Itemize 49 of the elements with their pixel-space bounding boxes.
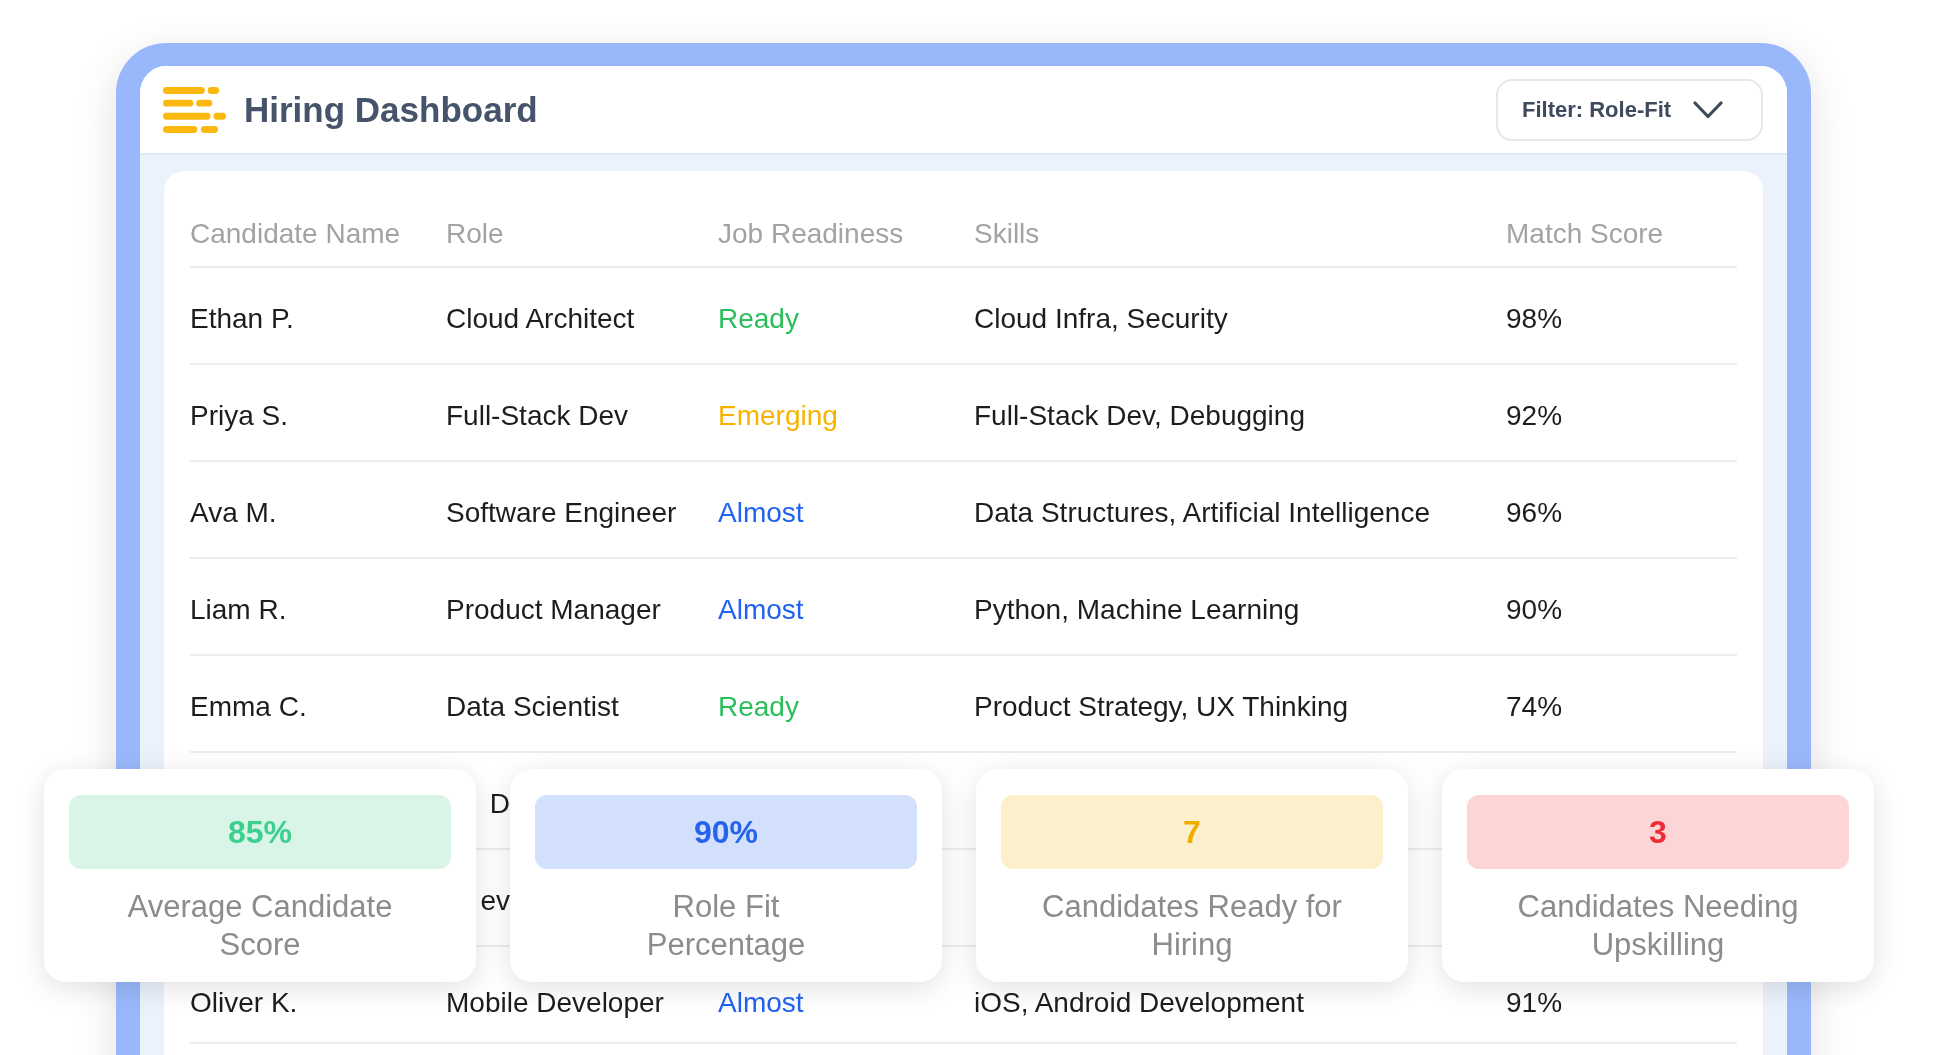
stat-label: Candidates Needing Upskilling [1517, 888, 1799, 964]
role-text: Mobile Developer [446, 986, 665, 1019]
role-text: ev [480, 884, 510, 917]
stat-value: 85% [69, 795, 451, 869]
stat-value: 90% [535, 795, 917, 869]
stat-value: 3 [1467, 795, 1849, 869]
match-score: 98% [1506, 302, 1564, 335]
candidate-name: Liam R. [190, 593, 288, 626]
stat-label: Role Fit Percentage [646, 888, 806, 964]
column-header: Match Score [1506, 217, 1665, 250]
skills-text: Cloud Infra, Security [974, 302, 1229, 335]
candidate-name: Ava M. [190, 496, 278, 529]
skills-text: Product Strategy, UX Thinking [974, 690, 1350, 723]
chevron-down-icon [1693, 100, 1724, 119]
column-header: Candidate Name [190, 217, 402, 250]
column-header: Role [446, 217, 505, 250]
readiness-status: Ready [718, 690, 800, 723]
readiness-status: Almost [718, 986, 805, 1019]
role-text: Product Manager [446, 593, 662, 626]
skills-text: Data Structures, Artificial Intelligence [974, 496, 1431, 529]
skills-text: Python, Machine Learning [974, 593, 1301, 626]
filter-dropdown[interactable]: Filter: Role-Fit [1496, 78, 1763, 141]
role-text: Cloud Architect [446, 302, 636, 335]
stat-value: 7 [1001, 795, 1383, 869]
match-score: 91% [1506, 986, 1564, 1019]
dashboard-title: Hiring Dashboard [244, 89, 538, 130]
readiness-status: Ready [718, 302, 800, 335]
readiness-status: Emerging [718, 399, 839, 432]
skills-text: Full-Stack Dev, Debugging [974, 399, 1306, 432]
candidate-name: Priya S. [190, 399, 290, 432]
candidate-name: Ethan P. [190, 302, 295, 335]
readiness-status: Almost [718, 496, 805, 529]
readiness-status: Almost [718, 593, 805, 626]
candidate-name: Oliver K. [190, 986, 299, 1019]
match-score: 96% [1506, 496, 1564, 529]
stat-label: Candidates Ready for Hiring [1042, 888, 1342, 964]
match-score: 92% [1506, 399, 1564, 432]
match-score: 90% [1506, 593, 1564, 626]
role-text: Full-Stack Dev [446, 399, 630, 432]
match-score: 74% [1506, 690, 1564, 723]
column-header: Job Readiness [718, 217, 905, 250]
logo-icon [163, 86, 226, 133]
skills-text: iOS, Android Development [974, 986, 1305, 1019]
role-text: Software Engineer [446, 496, 678, 529]
role-text: Data Scientist [446, 690, 620, 723]
stat-label: Average Candidate Score [127, 888, 393, 964]
column-header: Skills [974, 217, 1041, 250]
role-text: D [489, 787, 510, 820]
candidate-name: Emma C. [190, 690, 308, 723]
